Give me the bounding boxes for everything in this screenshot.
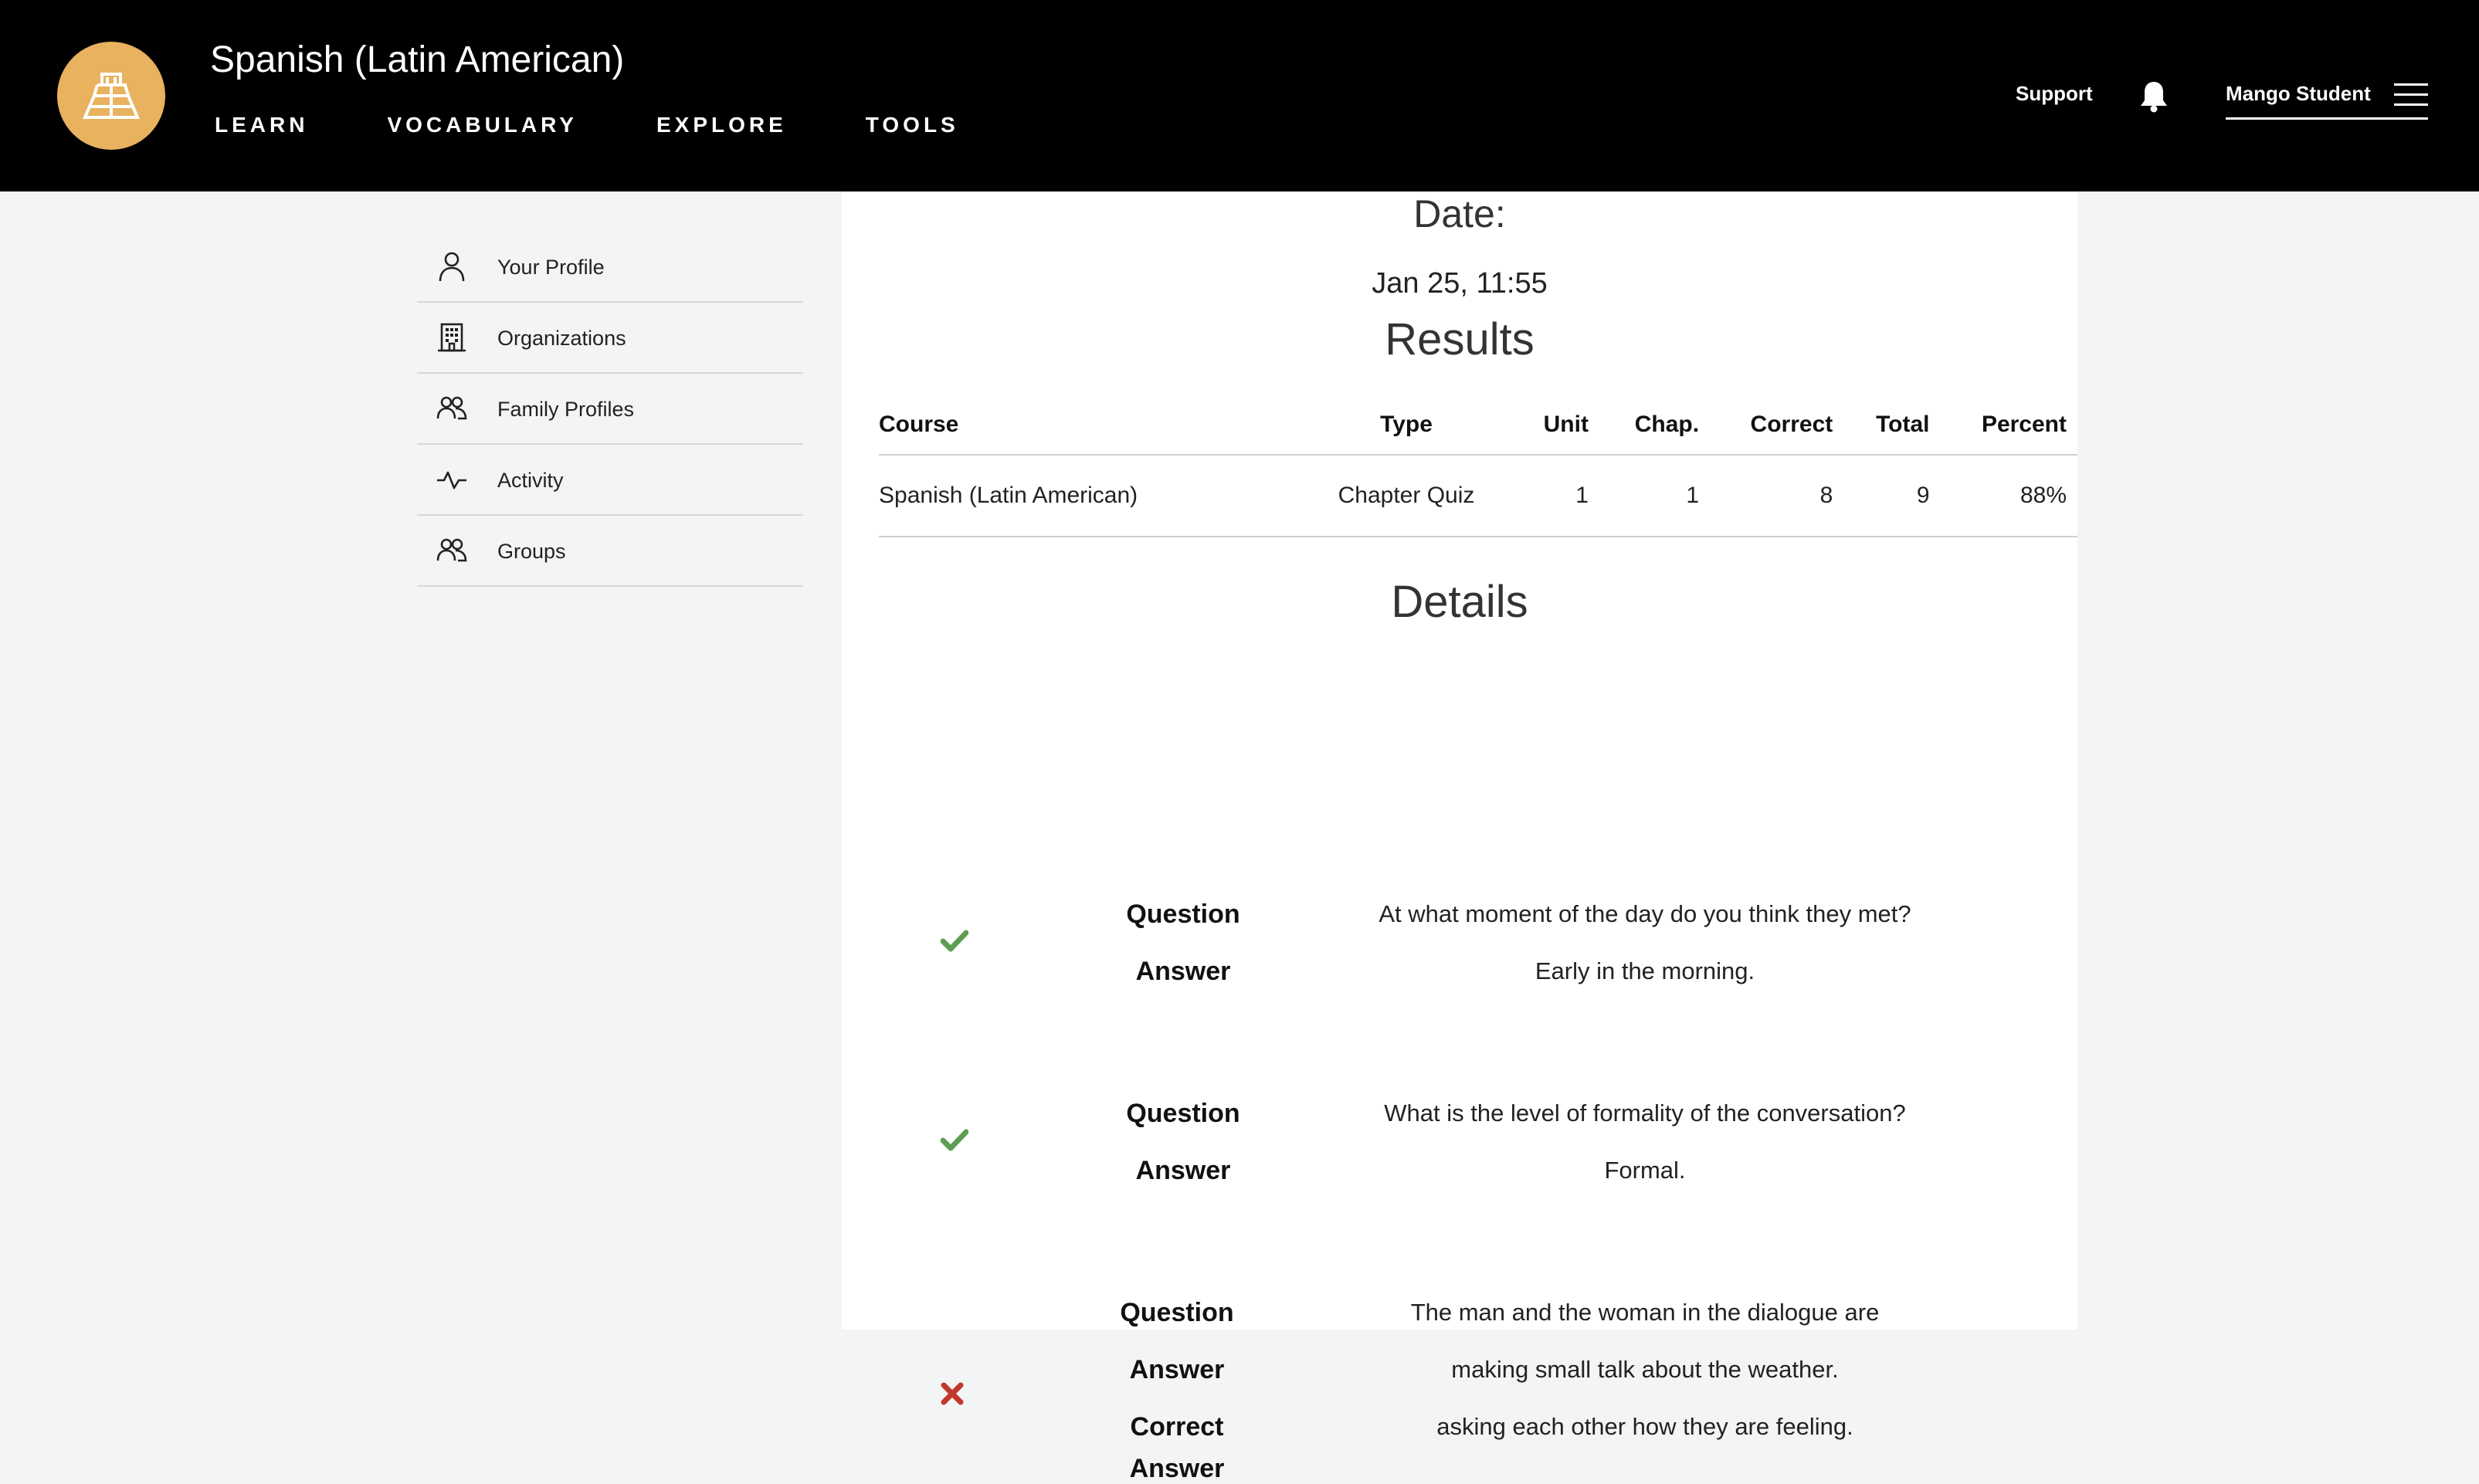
notifications-button[interactable] xyxy=(2139,80,2169,117)
bell-icon xyxy=(2141,82,2167,113)
nav-learn[interactable]: LEARN xyxy=(215,113,308,137)
answer-text: Formal. xyxy=(1604,1157,1686,1184)
sidebar-item-organizations[interactable]: Organizations xyxy=(417,303,803,374)
check-icon xyxy=(941,930,968,952)
activity-icon xyxy=(437,471,466,490)
cell-unit: 1 xyxy=(1514,455,1599,537)
column-header-type: Type xyxy=(1299,395,1514,456)
question-text: What is the level of formality of the co… xyxy=(1384,1099,1906,1127)
detail-item: Question Answer What is the level of for… xyxy=(842,1067,2077,1206)
building-icon xyxy=(438,323,466,352)
person-icon xyxy=(439,252,465,282)
column-header-course: Course xyxy=(879,395,1299,456)
profile-sidebar: Your Profile Organizations Family Profil… xyxy=(417,232,803,587)
question-text: The man and the woman in the dialogue ar… xyxy=(1410,1299,1880,1326)
table-row: Spanish (Latin American) Chapter Quiz 1 … xyxy=(879,455,2077,537)
x-icon xyxy=(941,1382,964,1405)
table-header-row: Course Type Unit Chap. Correct Total Per… xyxy=(879,395,2077,456)
sidebar-item-label: Groups xyxy=(497,540,566,563)
sidebar-item-family-profiles[interactable]: Family Profiles xyxy=(417,374,803,445)
column-header-total: Total xyxy=(1843,395,1941,456)
course-title: Spanish (Latin American) xyxy=(210,39,625,80)
sidebar-item-groups[interactable]: Groups xyxy=(417,516,803,587)
correct-answer-label-line2: Answer xyxy=(1129,1454,1225,1483)
date-value: Jan 25, 11:55 xyxy=(1372,267,1548,300)
sidebar-item-label: Organizations xyxy=(497,327,626,350)
cell-course: Spanish (Latin American) xyxy=(879,455,1299,537)
cell-chapter: 1 xyxy=(1599,455,1711,537)
nav-tools[interactable]: TOOLS xyxy=(866,113,959,137)
column-header-percent: Percent xyxy=(1940,395,2077,456)
cell-type: Chapter Quiz xyxy=(1299,455,1514,537)
sidebar-item-label: Your Profile xyxy=(497,256,605,279)
answer-text: making small talk about the weather. xyxy=(1451,1356,1839,1383)
hamburger-icon xyxy=(2394,83,2428,106)
logo[interactable] xyxy=(57,42,165,150)
column-header-correct: Correct xyxy=(1710,395,1844,456)
results-table: Course Type Unit Chap. Correct Total Per… xyxy=(879,395,2077,537)
support-link[interactable]: Support xyxy=(2016,82,2093,106)
check-icon xyxy=(941,1129,968,1151)
detail-item: Question Answer At what moment of the da… xyxy=(842,868,2077,1007)
user-menu[interactable]: Mango Student xyxy=(2226,79,2428,120)
app-header: Spanish (Latin American) LEARN VOCABULAR… xyxy=(0,0,2479,191)
cell-percent: 88% xyxy=(1940,455,2077,537)
column-header-chapter: Chap. xyxy=(1599,395,1711,456)
main-nav: LEARN VOCABULARY EXPLORE TOOLS xyxy=(215,113,959,137)
question-text: At what moment of the day do you think t… xyxy=(1379,900,1911,927)
sidebar-item-label: Family Profiles xyxy=(497,398,635,421)
correct-answer-text: asking each other how they are feeling. xyxy=(1436,1413,1853,1440)
answer-text: Early in the morning. xyxy=(1535,957,1755,984)
details-heading: Details xyxy=(1391,577,1528,627)
sidebar-item-activity[interactable]: Activity xyxy=(417,445,803,516)
column-header-unit: Unit xyxy=(1514,395,1599,456)
detail-item: Question Answer Correct Answer The man a… xyxy=(842,1266,2077,1483)
pyramid-logo-icon xyxy=(82,73,141,119)
sidebar-item-your-profile[interactable]: Your Profile xyxy=(417,232,803,303)
results-heading: Results xyxy=(1385,314,1535,364)
quiz-result-panel: Date: Jan 25, 11:55 Results Course Type … xyxy=(842,191,2077,1483)
cell-total: 9 xyxy=(1843,455,1941,537)
nav-vocabulary[interactable]: VOCABULARY xyxy=(387,113,578,137)
nav-explore[interactable]: EXPLORE xyxy=(656,113,787,137)
date-label: Date: xyxy=(1413,192,1506,235)
sidebar-item-label: Activity xyxy=(497,469,564,492)
people-icon xyxy=(436,538,467,562)
user-name: Mango Student xyxy=(2226,82,2371,105)
people-icon xyxy=(436,396,467,420)
cell-correct: 8 xyxy=(1710,455,1844,537)
